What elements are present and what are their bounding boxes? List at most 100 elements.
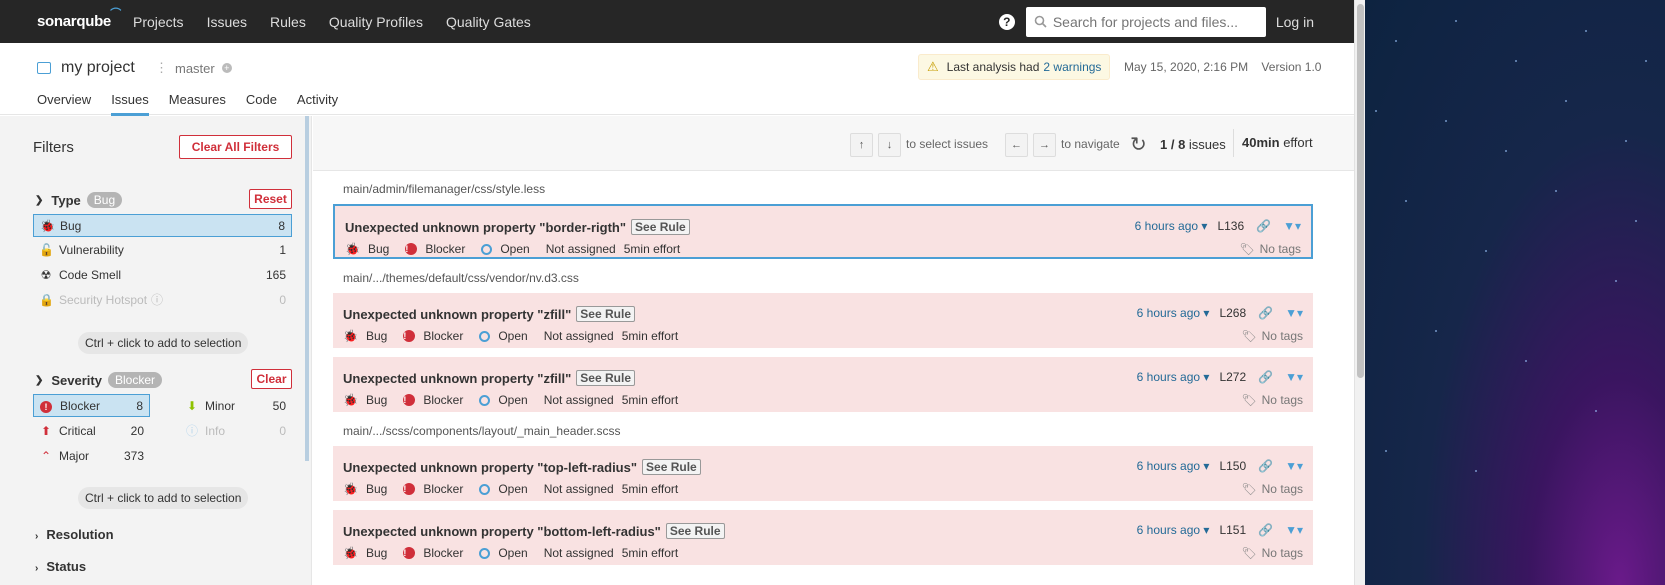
nav-issues[interactable]: Issues — [207, 14, 247, 30]
issue-assignee[interactable]: Not assigned — [544, 329, 614, 343]
issue-effort[interactable]: 5min effort — [622, 329, 678, 343]
search-input[interactable] — [1052, 13, 1253, 30]
issue-assignee[interactable]: Not assigned — [544, 393, 614, 407]
facet-type-header[interactable]: ❯ Type Bug — [35, 192, 123, 208]
branch-selector[interactable]: ⋮ master + — [155, 60, 232, 76]
facet-severity-header[interactable]: ❯ Severity Blocker — [35, 372, 162, 388]
issue-type[interactable]: 🐞 Bug — [343, 329, 395, 343]
issue-assignee[interactable]: Not assigned — [544, 482, 614, 496]
see-rule-button[interactable]: See Rule — [576, 306, 635, 322]
issue-message[interactable]: Unexpected unknown property "top-left-ra… — [343, 459, 701, 475]
issue-row[interactable]: Unexpected unknown property "bottom-left… — [333, 510, 1313, 565]
issue-type[interactable]: 🐞 Bug — [343, 546, 395, 560]
search-box[interactable] — [1025, 6, 1266, 37]
issue-status[interactable]: Open — [481, 242, 537, 256]
see-rule-button[interactable]: See Rule — [576, 370, 635, 386]
issue-status[interactable]: Open — [479, 482, 535, 496]
issue-row[interactable]: Unexpected unknown property "zfill" See R… — [333, 357, 1313, 412]
permalink-icon[interactable]: 🔗 — [1256, 219, 1271, 233]
issue-type[interactable]: 🐞 Bug — [345, 242, 397, 256]
sidebar-scrollbar[interactable] — [305, 116, 309, 461]
issue-message[interactable]: Unexpected unknown property "bottom-left… — [343, 523, 725, 539]
issue-severity[interactable]: ! Blocker — [405, 242, 473, 256]
filter-icon[interactable]: ▼▾ — [1285, 306, 1303, 320]
issue-status[interactable]: Open — [479, 393, 535, 407]
issue-effort[interactable]: 5min effort — [624, 242, 680, 256]
see-rule-button[interactable]: See Rule — [642, 459, 701, 475]
nav-rules[interactable]: Rules — [270, 14, 306, 30]
facet-type-vulnerability[interactable]: 🔓 Vulnerability 1 — [33, 238, 292, 261]
issue-type[interactable]: 🐞 Bug — [343, 393, 395, 407]
login-link[interactable]: Log in — [1276, 14, 1314, 30]
sonarqube-logo[interactable]: sonarqube ⌒ — [37, 8, 121, 30]
see-rule-button[interactable]: See Rule — [665, 523, 725, 539]
nav-quality-gates[interactable]: Quality Gates — [446, 14, 531, 30]
issue-age[interactable]: 6 hours ago ▾ — [1135, 219, 1208, 233]
permalink-icon[interactable]: 🔗 — [1258, 459, 1273, 473]
page-scrollbar[interactable] — [1354, 0, 1365, 585]
see-rule-button[interactable]: See Rule — [631, 219, 690, 235]
facet-severity-blocker[interactable]: ! Blocker 8 — [33, 394, 150, 417]
issue-assignee[interactable]: Not assigned — [544, 546, 614, 560]
issue-tags[interactable]: 🏷 No tags — [1241, 393, 1303, 407]
tab-overview[interactable]: Overview — [37, 92, 91, 116]
filter-icon[interactable]: ▼▾ — [1285, 523, 1303, 537]
type-reset-button[interactable]: Reset — [249, 189, 292, 209]
key-left[interactable]: ← — [1005, 133, 1028, 157]
key-right[interactable]: → — [1033, 133, 1056, 157]
issue-severity[interactable]: ! Blocker — [403, 546, 471, 560]
facet-severity-info[interactable]: ⓘ Info 0 — [179, 419, 292, 442]
key-down[interactable]: ↓ — [878, 133, 901, 157]
issue-row[interactable]: Unexpected unknown property "top-left-ra… — [333, 446, 1313, 501]
issue-status[interactable]: Open — [479, 329, 535, 343]
permalink-icon[interactable]: 🔗 — [1258, 306, 1273, 320]
facet-type-code-smell[interactable]: ☢ Code Smell 165 — [33, 263, 292, 286]
issue-age[interactable]: 6 hours ago ▾ — [1137, 306, 1210, 320]
issue-severity[interactable]: ! Blocker — [403, 482, 471, 496]
tab-activity[interactable]: Activity — [297, 92, 338, 116]
nav-projects[interactable]: Projects — [133, 14, 184, 30]
reload-icon[interactable]: ↻ — [1130, 132, 1147, 157]
issue-message[interactable]: Unexpected unknown property "border-rigt… — [345, 219, 690, 235]
key-up[interactable]: ↑ — [850, 133, 873, 157]
nav-quality-profiles[interactable]: Quality Profiles — [329, 14, 423, 30]
issue-tags[interactable]: 🏷 No tags — [1239, 242, 1301, 256]
issue-tags[interactable]: 🏷 No tags — [1241, 329, 1303, 343]
issue-message[interactable]: Unexpected unknown property "zfill" See R… — [343, 370, 635, 386]
filter-icon[interactable]: ▼▾ — [1285, 459, 1303, 473]
issue-row[interactable]: Unexpected unknown property "border-rigt… — [333, 204, 1313, 259]
issue-tags[interactable]: 🏷 No tags — [1241, 546, 1303, 560]
issue-assignee[interactable]: Not assigned — [546, 242, 616, 256]
severity-clear-button[interactable]: Clear — [251, 369, 292, 389]
tab-issues[interactable]: Issues — [111, 92, 149, 116]
facet-severity-minor[interactable]: ⬇ Minor 50 — [179, 394, 292, 417]
permalink-icon[interactable]: 🔗 — [1258, 370, 1273, 384]
filter-icon[interactable]: ▼▾ — [1283, 219, 1301, 233]
tab-measures[interactable]: Measures — [169, 92, 226, 116]
issue-effort[interactable]: 5min effort — [622, 393, 678, 407]
tab-code[interactable]: Code — [246, 92, 277, 116]
issue-severity[interactable]: ! Blocker — [403, 329, 471, 343]
facet-resolution-header[interactable]: › Resolution — [35, 527, 114, 542]
permalink-icon[interactable]: 🔗 — [1258, 523, 1273, 537]
issue-effort[interactable]: 5min effort — [622, 546, 678, 560]
issue-effort[interactable]: 5min effort — [622, 482, 678, 496]
scrollbar-thumb[interactable] — [1357, 4, 1364, 378]
issue-age[interactable]: 6 hours ago ▾ — [1137, 523, 1210, 537]
facet-severity-major[interactable]: ⌃ Major 373 — [33, 444, 150, 467]
branch-add-icon[interactable]: + — [221, 63, 232, 73]
issue-message[interactable]: Unexpected unknown property "zfill" See R… — [343, 306, 635, 322]
warnings-link[interactable]: 2 warnings — [1043, 60, 1101, 74]
file-path[interactable]: main/admin/filemanager/css/style.less — [343, 182, 545, 196]
help-icon[interactable]: ? — [998, 13, 1015, 30]
issue-severity[interactable]: ! Blocker — [403, 393, 471, 407]
facet-type-bug[interactable]: 🐞 Bug 8 — [33, 214, 292, 237]
issue-age[interactable]: 6 hours ago ▾ — [1137, 370, 1210, 384]
issue-type[interactable]: 🐞 Bug — [343, 482, 395, 496]
issue-age[interactable]: 6 hours ago ▾ — [1137, 459, 1210, 473]
facet-severity-critical[interactable]: ⬆ Critical 20 — [33, 419, 150, 442]
issue-status[interactable]: Open — [479, 546, 535, 560]
issue-tags[interactable]: 🏷 No tags — [1241, 482, 1303, 496]
clear-all-filters-button[interactable]: Clear All Filters — [179, 135, 292, 159]
file-path[interactable]: main/.../scss/components/layout/_main_he… — [343, 424, 620, 438]
